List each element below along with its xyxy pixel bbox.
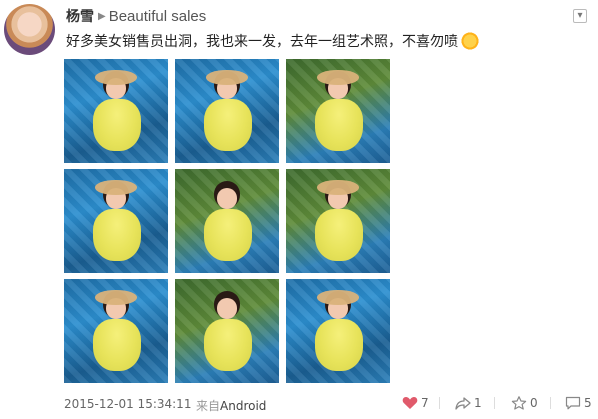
- like-count: 7: [421, 396, 429, 410]
- divider: [494, 397, 495, 409]
- sun-icon: [460, 31, 480, 51]
- share-icon: [455, 396, 471, 410]
- post-body: 好多美女销售员出洞，我也来一发，去年一组艺术照，不喜勿喷: [66, 34, 458, 50]
- repost-button[interactable]: 1: [455, 396, 482, 410]
- repost-count: 1: [474, 396, 482, 410]
- heart-icon: [402, 396, 418, 410]
- photo-thumbnail[interactable]: [286, 169, 390, 273]
- group-name[interactable]: Beautiful sales: [109, 8, 207, 25]
- divider: [550, 397, 551, 409]
- photo-thumbnail[interactable]: [286, 59, 390, 163]
- post-text: 好多美女销售员出洞，我也来一发，去年一组艺术照，不喜勿喷: [66, 31, 480, 51]
- favorite-count: 0: [530, 396, 538, 410]
- photo-thumbnail[interactable]: [64, 59, 168, 163]
- source-app-link[interactable]: Android: [220, 399, 266, 413]
- post-source: 来自Android: [196, 397, 266, 414]
- favorite-button[interactable]: 0: [511, 396, 538, 410]
- source-prefix: 来自: [196, 399, 221, 413]
- photo-thumbnail[interactable]: [175, 279, 279, 383]
- post-timestamp[interactable]: 2015-12-01 15:34:11: [64, 397, 191, 411]
- photo-thumbnail[interactable]: [175, 169, 279, 273]
- photo-thumbnail[interactable]: [64, 279, 168, 383]
- author-line: 杨雪 ▶ Beautiful sales: [66, 6, 206, 26]
- comment-icon: [565, 396, 581, 410]
- photo-thumbnail[interactable]: [175, 59, 279, 163]
- photo-thumbnail[interactable]: [64, 169, 168, 273]
- comment-button[interactable]: 5: [565, 396, 592, 410]
- chevron-down-icon[interactable]: ▾: [573, 9, 587, 23]
- comment-count: 5: [584, 396, 592, 410]
- divider: [439, 397, 440, 409]
- photo-thumbnail[interactable]: [286, 279, 390, 383]
- like-button[interactable]: 7: [402, 396, 429, 410]
- play-arrow-icon: ▶: [98, 10, 106, 22]
- author-name[interactable]: 杨雪: [66, 6, 94, 26]
- avatar[interactable]: [4, 4, 55, 55]
- star-icon: [511, 396, 527, 410]
